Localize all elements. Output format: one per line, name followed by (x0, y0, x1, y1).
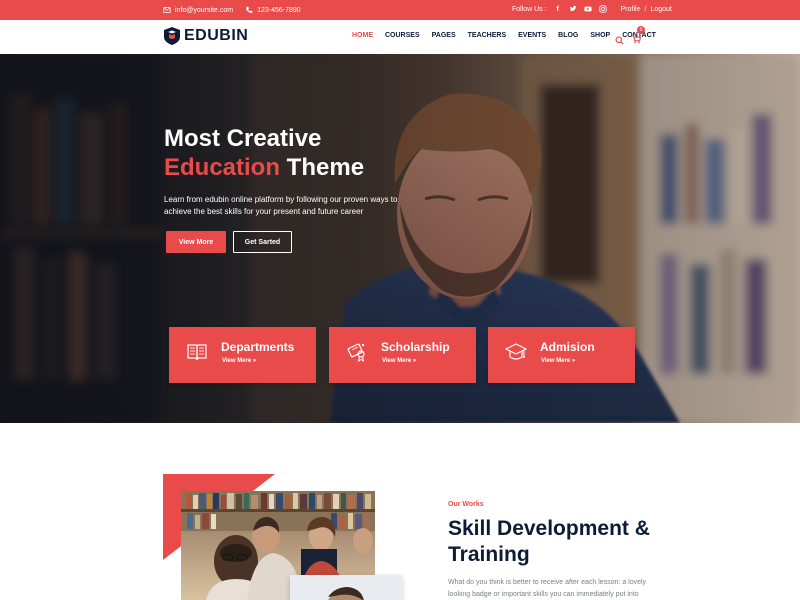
email-contact[interactable]: info@yoursite.com (163, 6, 233, 14)
card-view-more-link[interactable]: View Mere » (382, 358, 416, 364)
hero-title: Most Creative Education Theme (164, 124, 364, 182)
cart-count-badge: 0 (637, 26, 645, 34)
section-title: Skill Development & Training (448, 517, 650, 566)
view-more-button[interactable]: View More (166, 231, 226, 253)
diploma-icon (347, 343, 365, 363)
skill-section: Our Works Skill Development & Training W… (0, 423, 800, 600)
section-description: What do you think is better to receive a… (448, 579, 647, 598)
book-icon (187, 344, 207, 361)
main-header: EDUBIN HOME COURSES PAGES TEACHERS EVENT… (0, 20, 800, 54)
follow-label: Follow Us : (512, 5, 547, 13)
hero-title-accent: Education (164, 154, 281, 181)
card-title: Departments (221, 340, 295, 354)
hero-banner: Most Creative Education Theme Learn from… (0, 54, 800, 423)
cart-button[interactable]: 0 (632, 26, 645, 49)
section-eyebrow: Our Works (448, 501, 484, 508)
main-nav: HOME COURSES PAGES TEACHERS EVENTS BLOG … (352, 32, 656, 39)
nav-home[interactable]: HOME (352, 32, 373, 39)
hero-subtitle: Learn from edubin online platform by fol… (164, 195, 398, 216)
phone-icon (246, 6, 253, 13)
site-logo[interactable]: EDUBIN (164, 27, 248, 45)
card-title: Admision (540, 340, 595, 354)
facebook-icon[interactable]: f (554, 5, 562, 13)
top-bar: info@yoursite.com 123-456-7890 Follow Us… (0, 0, 800, 20)
nav-shop[interactable]: SHOP (590, 32, 610, 39)
card-admision[interactable]: Admision View Mere » (488, 327, 635, 383)
instagram-icon[interactable] (599, 5, 607, 13)
auth-separator: / (644, 5, 647, 13)
secondary-photo (290, 575, 402, 600)
get-started-button[interactable]: Get Sarted (233, 231, 292, 253)
graduation-cap-icon (505, 343, 527, 360)
card-departments[interactable]: Departments View Mere » (169, 327, 316, 383)
logo-text: EDUBIN (184, 27, 249, 44)
hero-title-line1: Most Creative (164, 125, 322, 152)
card-view-more-link[interactable]: View Mere » (222, 358, 256, 364)
phone-text: 123-456-7890 (257, 6, 301, 14)
twitter-icon[interactable] (569, 5, 577, 13)
nav-blog[interactable]: BLOG (558, 32, 578, 39)
hero-title-rest: Theme (280, 154, 365, 181)
phone-contact[interactable]: 123-456-7890 (245, 6, 301, 14)
nav-events[interactable]: EVENTS (518, 32, 546, 39)
card-view-more-link[interactable]: View Mere » (541, 358, 575, 364)
nav-pages[interactable]: PAGES (432, 32, 456, 39)
logout-link[interactable]: Logout (650, 6, 671, 13)
logo-shield-icon (164, 27, 180, 45)
youtube-icon[interactable] (584, 5, 592, 13)
email-text: info@yoursite.com (175, 6, 234, 14)
envelope-icon (163, 7, 171, 13)
nav-courses[interactable]: COURSES (385, 32, 420, 39)
cart-icon (632, 35, 642, 44)
search-icon[interactable] (615, 35, 624, 45)
profile-link[interactable]: Profile (621, 6, 641, 13)
card-scholarship[interactable]: Scholarship View Mere » (329, 327, 476, 383)
card-title: Scholarship (381, 340, 450, 354)
nav-teachers[interactable]: TEACHERS (468, 32, 507, 39)
